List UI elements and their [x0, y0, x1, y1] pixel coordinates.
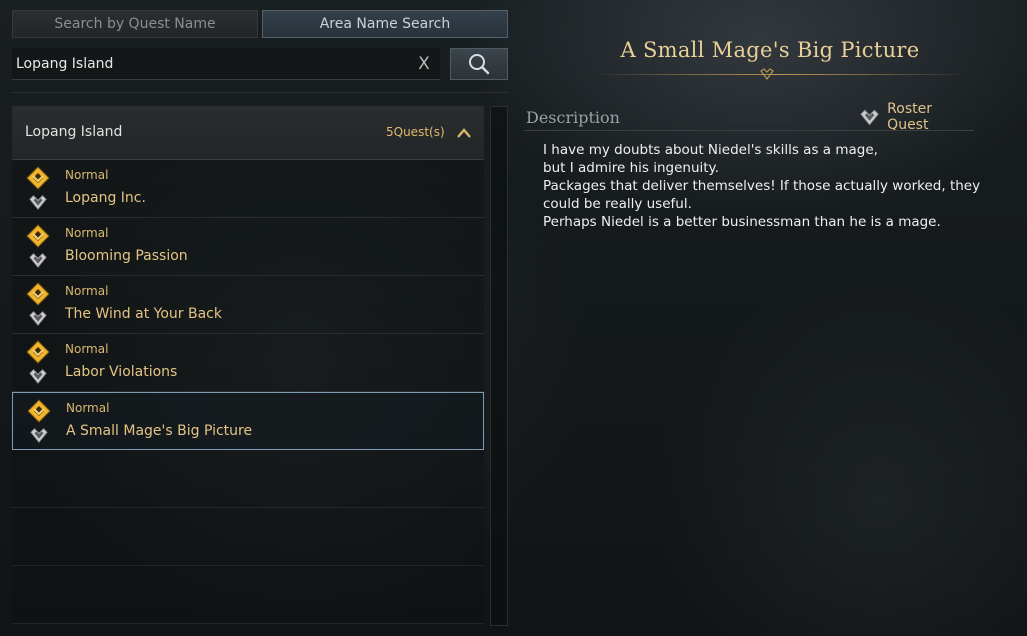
title-ornament-icon — [760, 68, 774, 80]
search-row: Lopang Island X — [12, 48, 508, 80]
description-line: I have my doubts about Niedel's skills a… — [543, 142, 878, 158]
description-line: but I admire his ingenuity. — [543, 160, 719, 176]
clear-icon[interactable]: X — [414, 54, 434, 74]
quest-name: Blooming Passion — [65, 248, 188, 264]
area-group-title: Lopang Island — [25, 124, 123, 140]
description-line: could be really useful. — [543, 196, 692, 212]
title-ornament-line — [590, 74, 970, 75]
quest-title: A Small Mage's Big Picture — [620, 38, 920, 62]
area-quest-count: 5Quest(s) — [386, 125, 445, 139]
normal-quest-icon — [26, 224, 50, 248]
quest-type-label: Normal — [65, 284, 109, 298]
divider — [12, 92, 508, 93]
roster-quest-label: Roster Quest — [887, 101, 932, 133]
empty-list-row — [12, 450, 484, 508]
roster-quest-icon — [860, 109, 879, 126]
empty-list-row — [12, 508, 484, 566]
area-group-header[interactable]: Lopang Island 5Quest(s) — [12, 106, 484, 160]
normal-quest-icon — [26, 282, 50, 306]
quest-list-item[interactable]: Normal Blooming Passion — [12, 218, 484, 276]
description-text: I have my doubts about Niedel's skills a… — [543, 141, 983, 231]
description-line: Packages that deliver themselves! If tho… — [543, 178, 981, 194]
quest-list: Lopang Island 5Quest(s) Normal Lopang Inc… — [12, 106, 484, 626]
description-line: Perhaps Niedel is a better businessman t… — [543, 214, 941, 230]
roster-quest-icon — [29, 253, 47, 268]
quest-name: Labor Violations — [65, 364, 178, 380]
description-underline — [524, 130, 974, 131]
quest-title-banner: A Small Mage's Big Picture — [520, 0, 1020, 90]
search-icon — [469, 54, 490, 75]
quest-name: A Small Mage's Big Picture — [66, 423, 253, 439]
search-button[interactable] — [450, 48, 508, 80]
quest-type-label: Normal — [66, 401, 110, 415]
roster-quest-icon — [29, 311, 47, 326]
tab-area-name-search[interactable]: Area Name Search — [262, 10, 508, 38]
quest-name: Lopang Inc. — [65, 190, 146, 206]
description-header: Description Roster Quest — [524, 101, 974, 133]
quest-list-item[interactable]: Normal The Wind at Your Back — [12, 276, 484, 334]
search-input-value: Lopang Island — [16, 55, 114, 72]
roster-quest-icon — [29, 195, 47, 210]
quest-list-item[interactable]: Normal Lopang Inc. — [12, 160, 484, 218]
quest-list-item[interactable]: Normal Labor Violations — [12, 334, 484, 392]
normal-quest-icon — [26, 340, 50, 364]
quest-type-label: Normal — [65, 226, 109, 240]
quest-list-scrollbar[interactable] — [490, 106, 508, 626]
roster-quest-tag: Roster Quest — [860, 101, 974, 133]
quest-type-label: Normal — [65, 168, 109, 182]
quest-list-item[interactable]: Normal A Small Mage's Big Picture — [12, 392, 484, 450]
roster-quest-icon — [29, 369, 47, 384]
empty-list-row — [12, 566, 484, 624]
chevron-up-icon[interactable] — [456, 126, 472, 140]
search-input[interactable]: Lopang Island X — [12, 48, 440, 80]
tab-search-by-quest-name[interactable]: Search by Quest Name — [12, 10, 258, 38]
quest-name: The Wind at Your Back — [65, 306, 222, 322]
normal-quest-icon — [26, 166, 50, 190]
roster-quest-icon — [30, 428, 48, 443]
quest-type-label: Normal — [65, 342, 109, 356]
search-mode-tabs: Search by Quest Name Area Name Search — [12, 10, 508, 38]
normal-quest-icon — [27, 399, 51, 423]
description-label: Description — [526, 108, 620, 127]
